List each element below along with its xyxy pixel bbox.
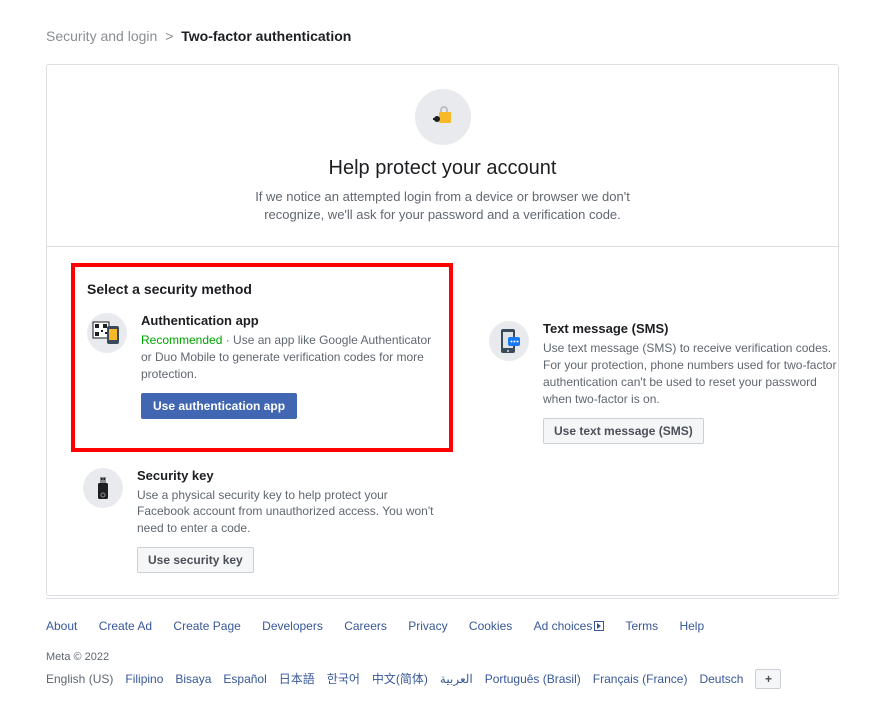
security-key-description: Use a physical security key to help prot… [137,487,435,537]
hero-description: If we notice an attempted login from a d… [243,188,643,224]
breadcrumb-separator: > [165,28,173,44]
method-security-key: Security key Use a physical security key… [83,468,435,573]
use-sms-button[interactable]: Use text message (SMS) [543,418,704,444]
lang-chinese[interactable]: 中文(简体) [372,670,428,687]
more-languages-button[interactable]: + [755,669,781,689]
section-title: Select a security method [87,281,439,297]
sms-title: Text message (SMS) [543,321,841,336]
breadcrumb-current: Two-factor authentication [181,28,351,44]
footer-links: About Create Ad Create Page Developers C… [46,609,839,643]
qr-phone-icon [87,313,127,353]
ad-choices-icon [594,621,604,631]
footer-link-cookies[interactable]: Cookies [469,619,512,633]
footer: About Create Ad Create Page Developers C… [46,609,839,689]
footer-link-terms[interactable]: Terms [625,619,658,633]
methods-section: Select a security method [47,247,838,595]
usb-key-icon [83,468,123,508]
lang-french[interactable]: Français (France) [593,672,688,686]
security-key-title: Security key [137,468,435,483]
breadcrumb-parent[interactable]: Security and login [46,28,157,44]
lang-espanol[interactable]: Español [223,672,266,686]
hero-title: Help protect your account [67,157,818,180]
highlighted-method: Select a security method [71,263,453,451]
breadcrumb: Security and login > Two-factor authenti… [46,28,839,44]
lang-portuguese[interactable]: Português (Brasil) [485,672,581,686]
footer-link-help[interactable]: Help [679,619,704,633]
two-factor-card: Help protect your account If we notice a… [46,64,839,596]
lang-korean[interactable]: 한국어 [327,670,360,687]
lang-arabic[interactable]: العربية [440,672,473,686]
footer-link-careers[interactable]: Careers [344,619,387,633]
sms-description: Use text message (SMS) to receive verifi… [543,340,841,407]
footer-link-ad-choices[interactable]: Ad choices [534,619,605,633]
auth-app-description: Recommended · Use an app like Google Aut… [141,332,439,382]
current-language: English (US) [46,672,113,686]
use-security-key-button[interactable]: Use security key [137,547,254,573]
footer-link-privacy[interactable]: Privacy [408,619,447,633]
phone-sms-icon [489,321,529,361]
method-auth-app: Authentication app Recommended · Use an … [87,313,439,418]
hero-section: Help protect your account If we notice a… [47,65,838,247]
language-row: English (US) Filipino Bisaya Español 日本語… [46,669,839,689]
footer-link-create-ad[interactable]: Create Ad [99,619,152,633]
auth-app-title: Authentication app [141,313,439,328]
lock-key-icon [415,89,471,145]
lang-bisaya[interactable]: Bisaya [175,672,211,686]
footer-link-create-page[interactable]: Create Page [173,619,240,633]
method-sms: Text message (SMS) Use text message (SMS… [489,321,841,443]
footer-link-developers[interactable]: Developers [262,619,323,633]
lang-filipino[interactable]: Filipino [125,672,163,686]
recommended-label: Recommended [141,333,222,347]
lang-german[interactable]: Deutsch [699,672,743,686]
method-sms-wrapper: Text message (SMS) Use text message (SMS… [489,279,841,443]
use-auth-app-button[interactable]: Use authentication app [141,393,297,419]
footer-link-about[interactable]: About [46,619,77,633]
copyright: Meta © 2022 [46,651,839,663]
lang-japanese[interactable]: 日本語 [279,670,315,687]
